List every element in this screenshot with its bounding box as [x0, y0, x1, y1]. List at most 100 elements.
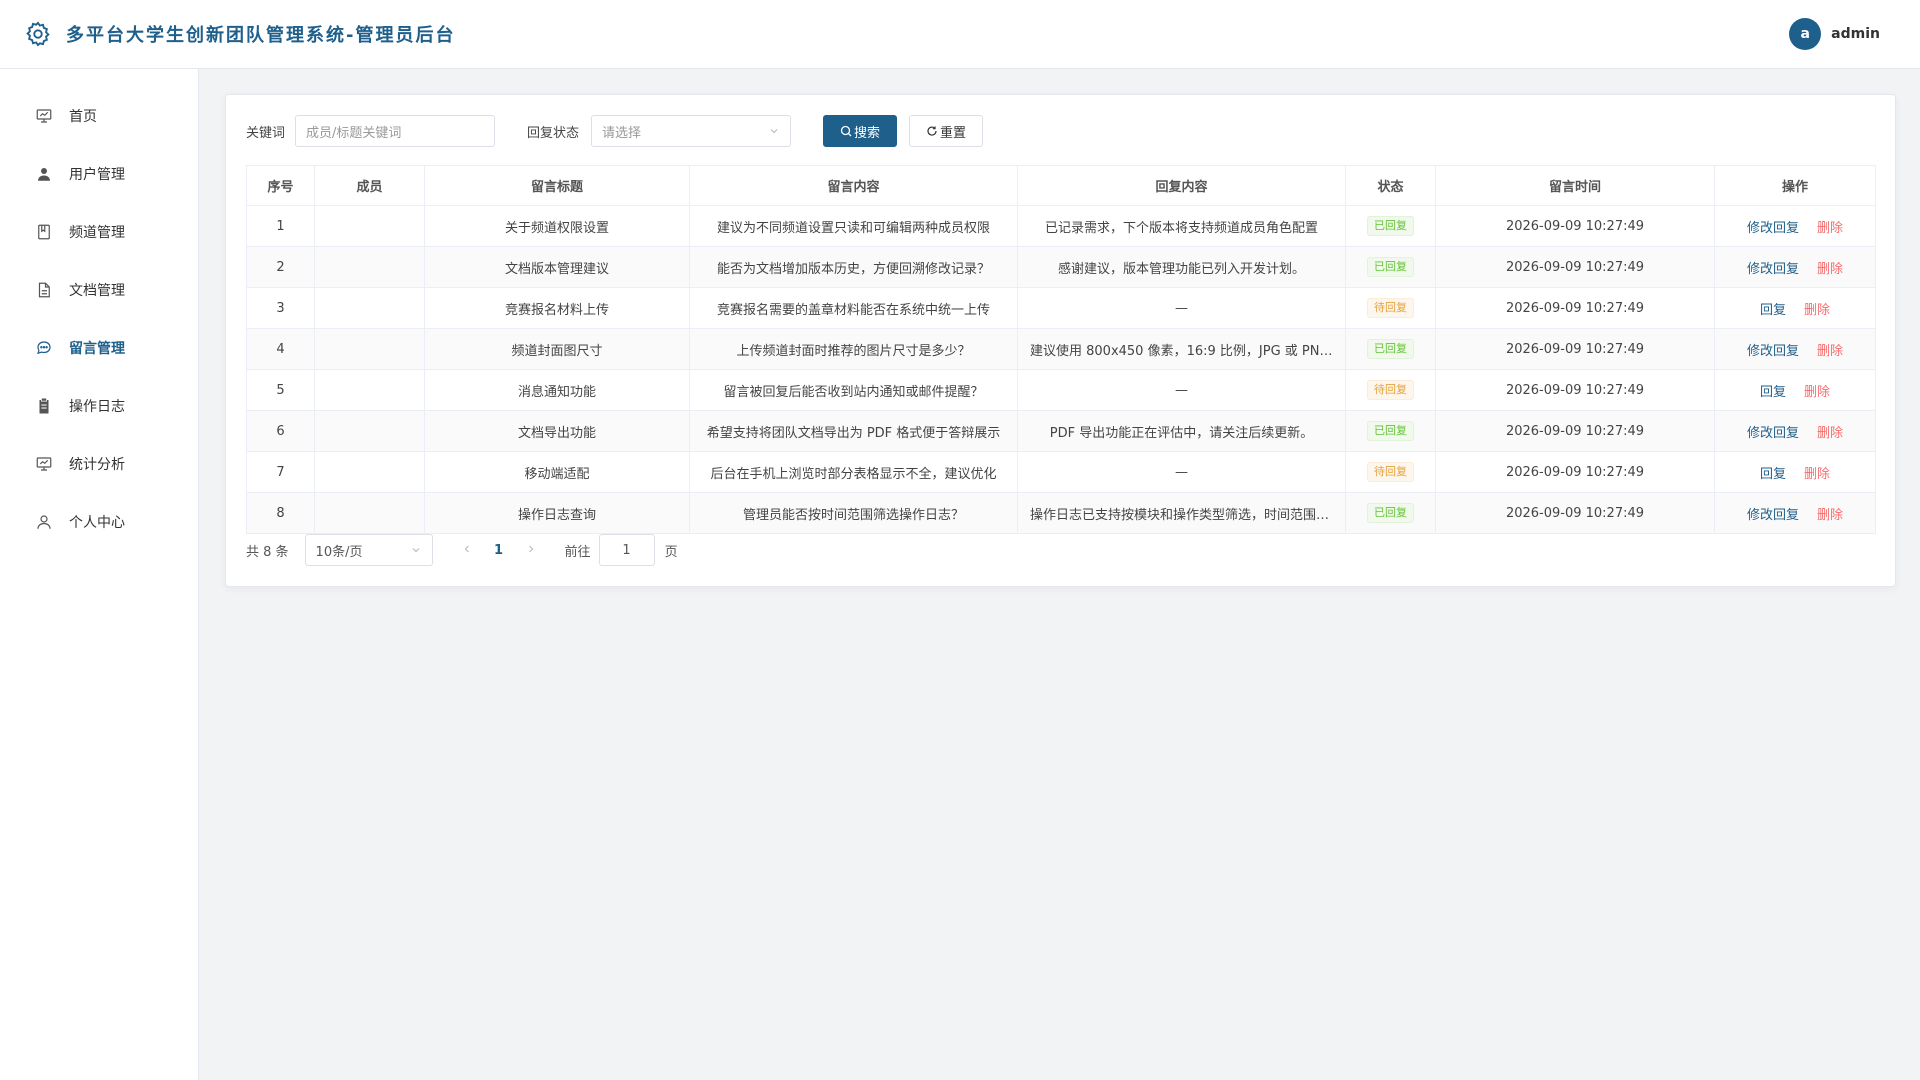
cell-title: 关于频道权限设置 — [424, 205, 690, 247]
refresh-icon — [927, 126, 937, 136]
status-badge: 待回复 — [1367, 462, 1414, 482]
delete-link[interactable]: 删除 — [1817, 422, 1843, 441]
chevron-down-icon — [770, 129, 778, 134]
reply-edit-link[interactable]: 回复 — [1760, 299, 1786, 318]
search-button-label: 搜索 — [854, 125, 881, 141]
sidebar-item-channels[interactable]: 频道管理 — [0, 203, 198, 261]
next-page-button[interactable] — [521, 543, 541, 558]
delete-link[interactable]: 删除 — [1804, 463, 1830, 482]
keyword-input[interactable]: 成员/标题关键词 — [295, 115, 496, 147]
search-button[interactable]: 搜索 — [823, 115, 898, 147]
sidebar-item-label: 首页 — [69, 109, 97, 125]
cell-status: 已回复 — [1345, 328, 1436, 370]
cell-title: 文档导出功能 — [424, 410, 690, 452]
cell-status: 已回复 — [1345, 410, 1436, 452]
cell-reply: 建议使用 800x450 像素，16:9 比例，JPG 或 PNG 格式 — [1017, 328, 1346, 370]
cell-no: 4 — [246, 328, 315, 370]
reply-edit-link[interactable]: 修改回复 — [1747, 217, 1799, 236]
cell-time: 2026-09-09 10:27:49 — [1435, 246, 1715, 288]
cell-no: 3 — [246, 287, 315, 329]
chevron-right-icon — [528, 545, 533, 552]
cell-content: 后台在手机上浏览时部分表格显示不全，建议优化 — [689, 451, 1018, 493]
reply-edit-link[interactable]: 回复 — [1760, 381, 1786, 400]
cell-actions: 回复 删除 — [1714, 369, 1876, 411]
goto-label: 前往 — [564, 544, 591, 560]
cell-member — [314, 205, 425, 247]
sidebar-item-label: 操作日志 — [69, 399, 125, 415]
cell-title: 竞赛报名材料上传 — [424, 287, 690, 329]
cell-title: 移动端适配 — [424, 451, 690, 493]
cell-no: 1 — [246, 205, 315, 247]
cell-time: 2026-09-09 10:27:49 — [1435, 205, 1715, 247]
delete-link[interactable]: 删除 — [1804, 381, 1830, 400]
sidebar-item-users[interactable]: 用户管理 — [0, 145, 198, 203]
avatar[interactable]: a — [1789, 18, 1822, 50]
cell-member — [314, 369, 425, 411]
reply-edit-link[interactable]: 修改回复 — [1747, 258, 1799, 277]
col-header-time: 留言时间 — [1435, 165, 1715, 206]
reset-button[interactable]: 重置 — [909, 115, 984, 147]
status-select[interactable]: 请选择 — [591, 115, 792, 147]
sidebar-item-home[interactable]: 首页 — [0, 87, 198, 145]
table-row: 8 操作日志查询 管理员能否按时间范围筛选操作日志？ 操作日志已支持按模块和操作类型筛… — [246, 492, 1876, 534]
prev-page-button[interactable] — [457, 543, 477, 558]
cell-actions: 修改回复 删除 — [1714, 246, 1876, 288]
cell-no: 7 — [246, 451, 315, 493]
app-title: 多平台大学生创新团队管理系统-管理员后台 — [66, 25, 456, 46]
user-menu[interactable]: a admin — [1789, 18, 1880, 50]
pagination: 共 8 条 10条/页 1 前往 1 页 — [246, 534, 678, 566]
cell-actions: 修改回复 删除 — [1714, 205, 1876, 247]
col-header-no: 序号 — [246, 165, 315, 206]
user-outline-icon — [37, 515, 51, 529]
status-badge: 已回复 — [1367, 257, 1414, 277]
cell-reply: 操作日志已支持按模块和操作类型筛选，时间范围筛选即将上线 — [1017, 492, 1346, 534]
username[interactable]: admin — [1831, 26, 1880, 42]
col-header-status: 状态 — [1345, 165, 1436, 206]
filter-bar: 关键词 成员/标题关键词 回复状态 请选择 搜索 重置 — [246, 115, 1846, 147]
cell-member — [314, 451, 425, 493]
clipboard-icon — [39, 398, 49, 414]
page-number-current[interactable]: 1 — [489, 543, 509, 558]
reply-edit-link[interactable]: 修改回复 — [1747, 422, 1799, 441]
table-row: 6 文档导出功能 希望支持将团队文档导出为 PDF 格式便于答辩展示 PDF 导出功能… — [246, 410, 1876, 452]
sidebar-item-operation-log[interactable]: 操作日志 — [0, 377, 198, 435]
chevron-down-icon — [412, 548, 419, 553]
delete-link[interactable]: 删除 — [1817, 258, 1843, 277]
cell-title: 操作日志查询 — [424, 492, 690, 534]
cell-time: 2026-09-09 10:27:49 — [1435, 287, 1715, 329]
chart-board-icon — [36, 457, 52, 471]
goto-page-input[interactable]: 1 — [598, 534, 655, 566]
sidebar-item-profile[interactable]: 个人中心 — [0, 493, 198, 551]
col-header-actions: 操作 — [1714, 165, 1876, 206]
message-table: 序号 成员 留言标题 留言内容 回复内容 状态 留言时间 操作 1 关于频道权限设… — [246, 165, 1876, 534]
cell-reply: PDF 导出功能正在评估中，请关注后续更新。 — [1017, 410, 1346, 452]
page-size-select[interactable]: 10条/页 — [304, 534, 433, 566]
sidebar-item-documents[interactable]: 文档管理 — [0, 261, 198, 319]
cell-member — [314, 287, 425, 329]
cell-title: 文档版本管理建议 — [424, 246, 690, 288]
sidebar-item-statistics[interactable]: 统计分析 — [0, 435, 198, 493]
notebook-icon — [38, 224, 50, 240]
table-row: 7 移动端适配 后台在手机上浏览时部分表格显示不全，建议优化 — 待回复 2026-09-… — [246, 451, 1876, 493]
reply-edit-link[interactable]: 修改回复 — [1747, 340, 1799, 359]
delete-link[interactable]: 删除 — [1804, 299, 1830, 318]
cell-reply: — — [1017, 451, 1346, 493]
cell-actions: 修改回复 删除 — [1714, 492, 1876, 534]
table-row: 3 竞赛报名材料上传 竞赛报名需要的盖章材料能否在系统中统一上传 — 待回复 2026-0… — [246, 287, 1876, 329]
presentation-board-icon — [36, 109, 52, 123]
cell-time: 2026-09-09 10:27:49 — [1435, 410, 1715, 452]
reply-edit-link[interactable]: 回复 — [1760, 463, 1786, 482]
reply-edit-link[interactable]: 修改回复 — [1747, 504, 1799, 523]
cell-time: 2026-09-09 10:27:49 — [1435, 369, 1715, 411]
table-row: 5 消息通知功能 留言被回复后能否收到站内通知或邮件提醒？ — 待回复 2026-09-0… — [246, 369, 1876, 411]
chat-bubble-icon — [37, 341, 51, 355]
brand: 多平台大学生创新团队管理系统-管理员后台 — [24, 20, 455, 48]
sidebar-item-label: 统计分析 — [69, 457, 125, 473]
sidebar-item-messages[interactable]: 留言管理 — [0, 319, 198, 377]
delete-link[interactable]: 删除 — [1817, 217, 1843, 236]
delete-link[interactable]: 删除 — [1817, 504, 1843, 523]
delete-link[interactable]: 删除 — [1817, 340, 1843, 359]
sidebar: 首页 用户管理 频道管理 文档管理 留言管理 操作日志 统计分析 个人中心 — [0, 69, 199, 1080]
cell-status: 待回复 — [1345, 369, 1436, 411]
cell-title: 频道封面图尺寸 — [424, 328, 690, 370]
